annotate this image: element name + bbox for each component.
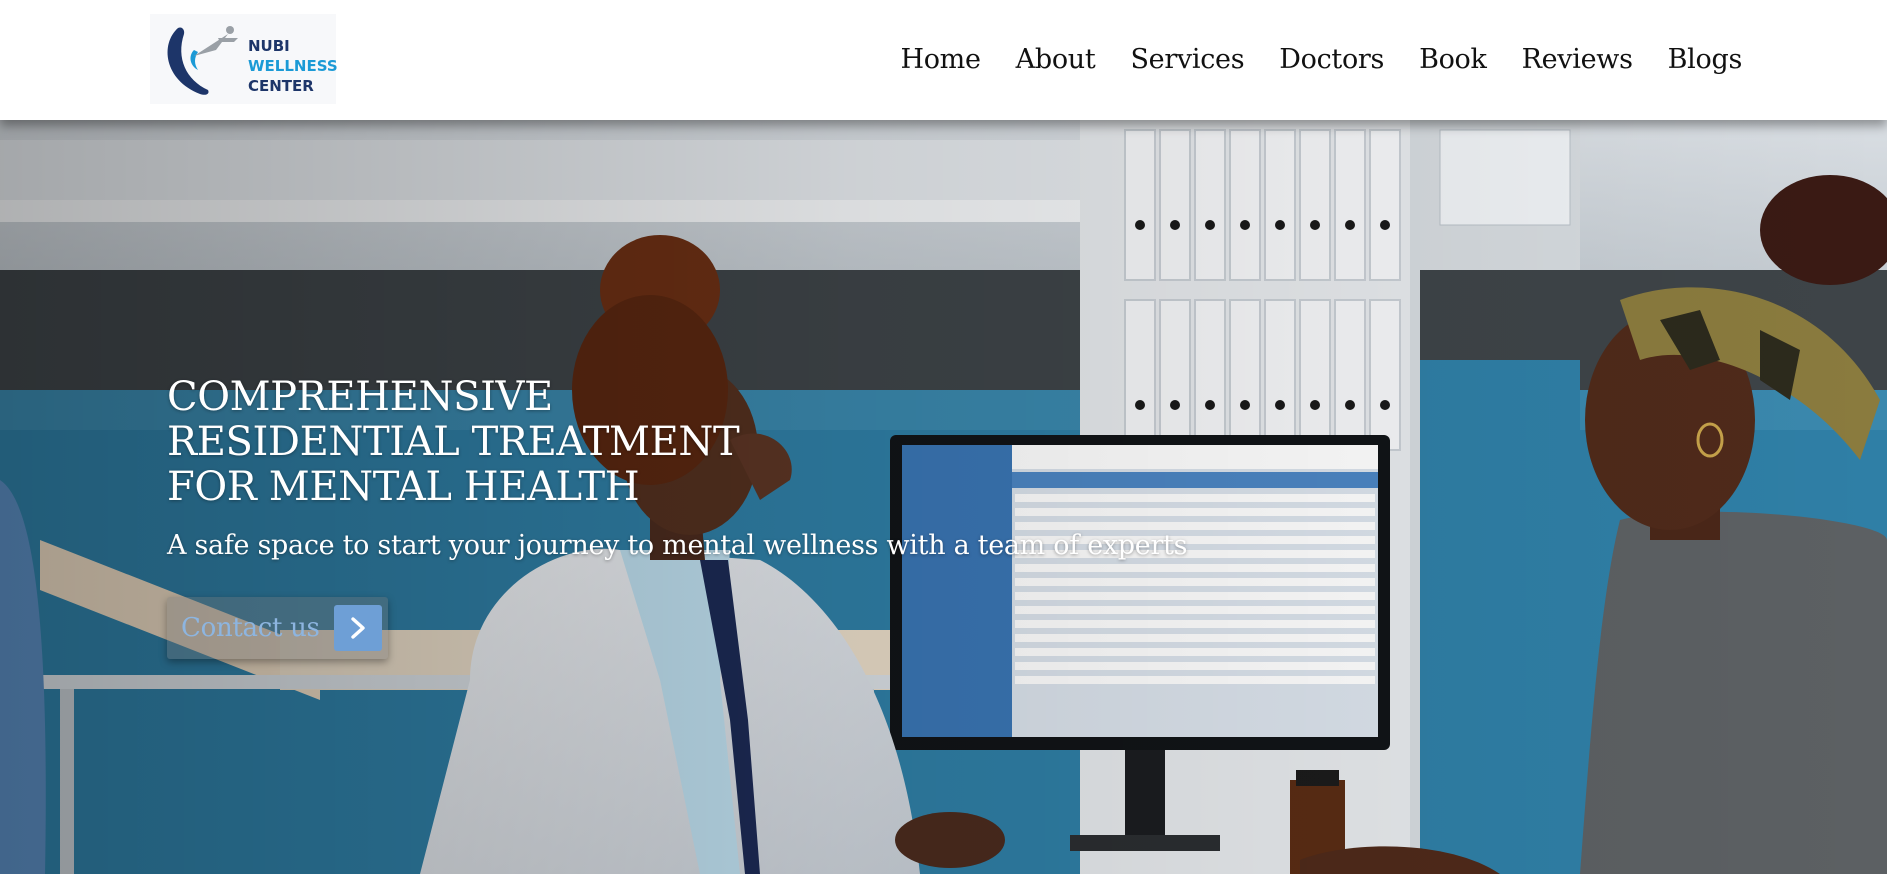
site-header: NUBI WELLNESS CENTER Home About Services… [0,0,1887,120]
logo-text: NUBI WELLNESS CENTER [248,36,338,96]
logo-line-2: WELLNESS [248,57,338,75]
hero-section: COMPREHENSIVE RESIDENTIAL TREATMENT FOR … [0,120,1887,874]
nav-item-doctors[interactable]: Doctors [1279,44,1384,75]
hero-title: COMPREHENSIVE RESIDENTIAL TREATMENT FOR … [167,374,740,510]
hero-content: COMPREHENSIVE RESIDENTIAL TREATMENT FOR … [167,374,1267,659]
nav-item-reviews[interactable]: Reviews [1522,44,1633,75]
contact-us-button[interactable]: Contact us [167,597,388,659]
nav-item-blogs[interactable]: Blogs [1668,44,1743,75]
chevron-right-icon [334,605,382,651]
logo-line-1: NUBI [248,37,290,55]
logo-line-3: CENTER [248,77,314,95]
wellness-swirl-logo-icon [167,26,238,95]
nav-item-home[interactable]: Home [900,44,980,75]
contact-us-label: Contact us [181,613,320,643]
nav-item-services[interactable]: Services [1130,44,1244,75]
hero-subtitle: A safe space to start your journey to me… [167,530,1188,561]
main-nav: Home About Services Doctors Book Reviews… [900,44,1742,75]
nav-item-book[interactable]: Book [1419,44,1487,75]
logo[interactable]: NUBI WELLNESS CENTER [150,14,338,104]
nav-item-about[interactable]: About [1016,44,1096,75]
